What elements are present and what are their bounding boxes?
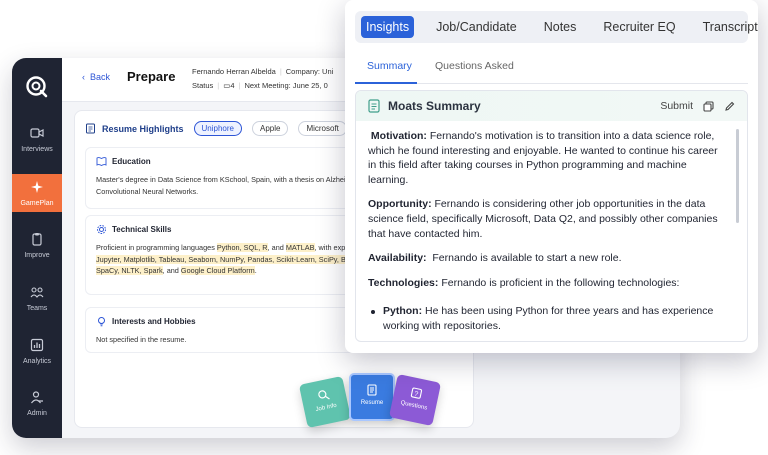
meeting-count: 4 bbox=[230, 81, 235, 90]
sidebar-item-interviews[interactable]: Interviews bbox=[12, 126, 62, 168]
tab-job-candidate[interactable]: Job/Candidate bbox=[431, 16, 522, 38]
lightbulb-icon bbox=[98, 317, 105, 327]
interests-title: Interests and Hobbies bbox=[112, 317, 196, 326]
panel-tabs: Insights Job/Candidate Notes Recruiter E… bbox=[355, 11, 758, 43]
subtab-questions-asked[interactable]: Questions Asked bbox=[435, 60, 514, 72]
tab-recruiter-eq[interactable]: Recruiter EQ bbox=[598, 16, 680, 38]
sidebar-item-admin[interactable]: Admin bbox=[12, 390, 62, 430]
resume-tile[interactable]: Resume bbox=[349, 373, 395, 421]
svg-text:?: ? bbox=[414, 391, 419, 399]
python-bullet: Python: He has been using Python for thr… bbox=[368, 304, 725, 333]
questions-tile[interactable]: ? Questions bbox=[388, 373, 442, 427]
sidebar-item-label: GamePlan bbox=[20, 200, 54, 207]
subtab-summary[interactable]: Summary bbox=[367, 60, 412, 72]
chevron-left-icon: ‹ bbox=[82, 72, 85, 82]
opportunity-section: Opportunity: Fernando is considering oth… bbox=[368, 198, 718, 240]
company-label: Company: Uni bbox=[285, 67, 334, 76]
sidebar-item-analytics[interactable]: Analytics bbox=[12, 338, 62, 378]
sparkle-icon bbox=[31, 181, 43, 193]
screen: Interviews GamePlan Improve Teams Analyt… bbox=[0, 0, 768, 455]
summary-header: Moats Summary Submit bbox=[356, 91, 747, 121]
tab-transcript[interactable]: Transcript bbox=[698, 16, 758, 38]
clipboard-icon bbox=[32, 233, 42, 246]
education-title: Education bbox=[112, 157, 151, 166]
question-icon: ? bbox=[410, 387, 423, 399]
summary-document-icon bbox=[368, 99, 380, 113]
technologies-section: Technologies: Fernando is proficient in … bbox=[368, 276, 680, 289]
tab-insights[interactable]: Insights bbox=[361, 16, 415, 38]
insights-panel: Insights Job/Candidate Notes Recruiter E… bbox=[345, 0, 758, 353]
sidebar-item-improve[interactable]: Improve bbox=[12, 232, 62, 272]
company-chip-apple[interactable]: Apple bbox=[251, 121, 289, 136]
candidate-name: Fernando Herran Albelda bbox=[192, 67, 276, 76]
status-label: Status bbox=[192, 81, 214, 90]
company-chip-microsoft[interactable]: Microsoft bbox=[298, 121, 347, 136]
sidebar-item-label: Admin bbox=[27, 410, 47, 417]
next-meeting: Next Meeting: June 25, 0 bbox=[244, 81, 328, 90]
sidebar-item-teams[interactable]: Teams bbox=[12, 285, 62, 325]
team-icon bbox=[30, 287, 44, 298]
resume-highlights-title: Resume Highlights bbox=[102, 123, 184, 134]
search-icon bbox=[318, 390, 330, 400]
gear-icon bbox=[97, 225, 106, 234]
sidebar-item-label: Analytics bbox=[22, 358, 51, 365]
page-title: Prepare bbox=[127, 69, 176, 84]
summary-scrollbar[interactable] bbox=[736, 129, 739, 223]
document-icon bbox=[86, 123, 95, 134]
sidebar-item-label: Improve bbox=[24, 252, 50, 259]
sidebar: Interviews GamePlan Improve Teams Analyt… bbox=[12, 58, 62, 438]
availability-section: Availability: Fernando is available to s… bbox=[368, 252, 622, 265]
edit-icon[interactable] bbox=[724, 101, 735, 112]
resume-icon bbox=[367, 384, 377, 396]
video-icon bbox=[30, 128, 44, 138]
sidebar-item-label: Interviews bbox=[21, 146, 53, 153]
summary-body: Motivation: Fernando's motivation is to … bbox=[356, 121, 747, 341]
chart-icon bbox=[30, 338, 44, 352]
submit-button[interactable]: Submit bbox=[660, 100, 693, 112]
technical-skills-title: Technical Skills bbox=[112, 225, 172, 234]
summary-title: Moats Summary bbox=[388, 99, 481, 113]
back-button[interactable]: ‹ Back bbox=[82, 72, 110, 82]
active-subtab-indicator bbox=[355, 82, 417, 84]
resume-highlights-header: Resume Highlights Uniphore Apple Microso… bbox=[85, 121, 347, 136]
tab-notes[interactable]: Notes bbox=[539, 16, 582, 38]
panel-subtabs: Summary Questions Asked bbox=[355, 56, 748, 84]
candidate-info: Fernando Herran Albelda | Company: Uni Sta… bbox=[192, 67, 334, 90]
job-info-tile[interactable]: Job Info bbox=[298, 375, 352, 429]
admin-icon bbox=[31, 391, 43, 404]
app-logo-icon bbox=[26, 76, 48, 98]
book-icon bbox=[96, 157, 107, 167]
sidebar-item-label: Teams bbox=[26, 305, 48, 312]
copy-icon[interactable] bbox=[703, 100, 714, 112]
summary-card: Moats Summary Submit Motivation: Fernand… bbox=[355, 90, 748, 342]
sidebar-item-gameplan[interactable]: GamePlan bbox=[12, 174, 62, 212]
company-chip-uniphore[interactable]: Uniphore bbox=[193, 121, 242, 136]
motivation-section: Motivation: Fernando's motivation is to … bbox=[368, 130, 718, 186]
